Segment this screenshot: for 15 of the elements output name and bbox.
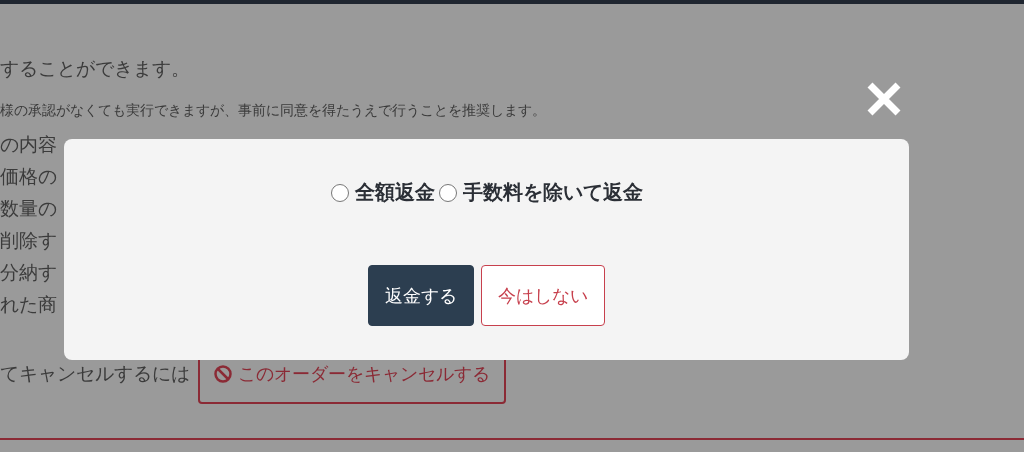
body-text: 削除す: [0, 228, 57, 253]
body-text: 数量の: [0, 196, 57, 221]
note-text: 様の承認がなくても実行できますが、事前に同意を得たうえで行うことを推奨します。: [0, 101, 546, 120]
close-icon[interactable]: [866, 81, 902, 117]
body-text: の内容: [0, 132, 57, 157]
body-text: することができます。: [0, 56, 190, 81]
ban-icon: [214, 365, 232, 383]
body-text: 価格の: [0, 164, 57, 189]
refund-option[interactable]: 手数料を除いて返金: [438, 179, 643, 206]
refund-button[interactable]: 返金する: [368, 265, 474, 326]
cancel-prompt: てキャンセルするには: [0, 361, 190, 386]
body-text: れた商: [0, 292, 57, 317]
refund-option[interactable]: 全額返金: [330, 179, 435, 206]
not-now-button[interactable]: 今はしない: [481, 265, 605, 326]
body-text: 分納す: [0, 260, 57, 285]
